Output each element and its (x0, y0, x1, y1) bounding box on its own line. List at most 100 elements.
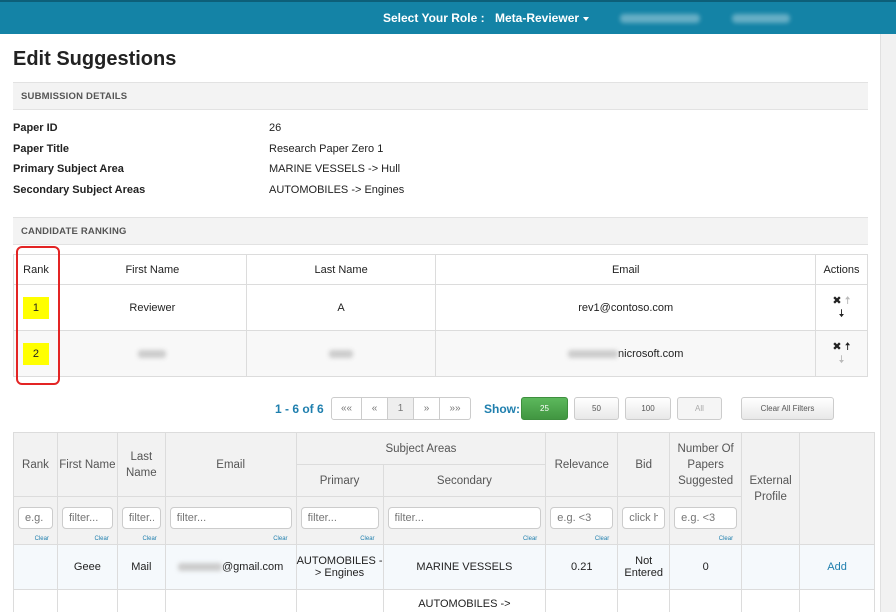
first-name-filter-input[interactable] (61, 507, 113, 529)
relevance-filter-input[interactable] (550, 507, 614, 529)
secondary-subject-label: Secondary Subject Areas (13, 184, 146, 196)
ranking-row: 2 nicrosoft.com ✖ 🠅 🠇 (13, 330, 868, 377)
email-cell: @gmail.com (164, 544, 297, 590)
last-page-button[interactable]: »» (440, 397, 471, 420)
move-down-icon[interactable]: 🠇 (838, 308, 844, 320)
email-cell: nicrosoft.com (435, 330, 816, 377)
vertical-scrollbar[interactable] (880, 34, 896, 612)
secondary-cell: MARINE VESSELS (382, 544, 547, 590)
role-label: Select Your Role : (383, 11, 485, 25)
redacted-user-link[interactable] (620, 14, 700, 23)
paper-title-label: Paper Title (13, 143, 70, 155)
first-name-filter-cell: Clear (56, 496, 118, 545)
first-name-cell: Reviewer (57, 284, 247, 331)
clear-all-filters-button[interactable]: Clear All Filters (741, 397, 834, 420)
rank-column-highlight (16, 246, 60, 385)
last-name-column-header: Last Name (245, 254, 437, 285)
redacted-last-name (329, 349, 354, 358)
action-column-header (799, 432, 875, 545)
action-cell: Add (799, 544, 875, 590)
rank-column-header[interactable]: Rank (13, 432, 58, 497)
actions-cell: ✖ 🠅 🠇 (815, 330, 868, 377)
primary-filter-input[interactable] (300, 507, 379, 529)
candidate-ranking-title: CANDIDATE RANKING (21, 226, 127, 237)
papers-suggested-column-header[interactable]: Number Of Papers Suggested (669, 432, 743, 497)
external-profile-column-header: External Profile (741, 432, 801, 545)
papers-filter-input[interactable] (674, 507, 738, 529)
submission-details-header: SUBMISSION DETAILS (13, 82, 868, 110)
clear-filter-link[interactable]: Clear (35, 536, 49, 542)
clear-filter-link[interactable]: Clear (523, 536, 537, 542)
bid-filter-input[interactable] (622, 507, 666, 529)
clear-filter-link[interactable]: Clear (95, 536, 109, 542)
result-count: 1 - 6 of 6 (275, 402, 324, 416)
clear-filter-link[interactable]: Clear (595, 536, 609, 542)
relevance-filter-cell: Clear (545, 496, 619, 545)
redacted-email-prefix (568, 349, 619, 358)
redacted-logout-link[interactable] (732, 14, 790, 23)
role-dropdown[interactable]: Meta-Reviewer (495, 11, 590, 25)
remove-icon[interactable]: ✖ (832, 341, 841, 353)
page-title: Edit Suggestions (13, 48, 177, 70)
last-name-cell: Mail (116, 544, 166, 590)
add-reviewer-link[interactable]: Add (827, 561, 847, 573)
primary-filter-cell: Clear (295, 496, 384, 545)
clear-filter-link[interactable]: Clear (360, 536, 374, 542)
primary-subject-label: Primary Subject Area (13, 163, 124, 175)
relevance-cell: 0.21 (545, 544, 619, 590)
primary-column-header[interactable]: Primary (295, 464, 384, 497)
move-up-icon[interactable]: 🠅 (845, 341, 851, 353)
primary-subject-value: MARINE VESSELS -> Hull (269, 163, 401, 175)
primary-cell: AUTOMOBILES -> Engines (295, 544, 384, 590)
show-25-button[interactable]: 25 (521, 397, 568, 420)
show-100-button[interactable]: 100 (625, 397, 671, 420)
pagination-control: «« « 1 » »» (331, 397, 471, 420)
rank-filter-input[interactable] (18, 507, 53, 529)
secondary-column-header[interactable]: Secondary (382, 464, 547, 497)
table-row: AUTOMOBILES -> (13, 589, 875, 612)
show-all-button[interactable]: All (677, 397, 722, 420)
first-name-cell: Geee (56, 544, 118, 590)
remove-icon[interactable]: ✖ (832, 295, 841, 307)
secondary-subject-value: AUTOMOBILES -> Engines (269, 184, 405, 196)
relevance-column-header[interactable]: Relevance (545, 432, 619, 497)
bid-cell: Not Entered (617, 544, 671, 590)
email-cell: rev1@contoso.com (435, 284, 816, 331)
role-dropdown-value: Meta-Reviewer (495, 11, 580, 25)
email-column-header[interactable]: Email (164, 432, 297, 497)
paper-title-value: Research Paper Zero 1 (269, 143, 384, 155)
last-name-filter-input[interactable] (121, 507, 161, 529)
email-column-header: Email (435, 254, 816, 285)
move-up-icon: 🠅 (844, 294, 851, 307)
show-50-button[interactable]: 50 (574, 397, 619, 420)
table-row: Geee Mail @gmail.com AUTOMOBILES -> Engi… (13, 544, 875, 590)
email-filter-cell: Clear (164, 496, 297, 545)
clear-filter-link[interactable]: Clear (142, 536, 156, 542)
prev-page-button[interactable]: « (362, 397, 388, 420)
papers-suggested-cell: 0 (669, 544, 743, 590)
move-down-icon: 🠇 (838, 353, 845, 366)
paper-id-label: Paper ID (13, 122, 58, 134)
paper-id-value: 26 (269, 122, 282, 134)
ranking-header-row: Rank First Name Last Name Email Actions (13, 254, 868, 285)
first-name-column-header[interactable]: First Name (56, 432, 118, 497)
papers-filter-cell: Clear (669, 496, 743, 545)
rank-filter-cell: Clear (13, 496, 58, 545)
caret-down-icon (583, 16, 590, 21)
clear-filter-link[interactable]: Clear (719, 536, 733, 542)
external-profile-cell (741, 544, 801, 590)
actions-cell: ✖ 🠅 🠇 (815, 284, 868, 331)
next-page-button[interactable]: » (414, 397, 440, 420)
first-page-button[interactable]: «« (331, 397, 362, 420)
page-1-button[interactable]: 1 (388, 397, 414, 420)
secondary-filter-input[interactable] (387, 507, 542, 529)
last-name-column-header[interactable]: Last Name (116, 432, 166, 497)
show-label: Show: (484, 402, 520, 416)
email-filter-input[interactable] (169, 507, 292, 529)
submission-details-title: SUBMISSION DETAILS (21, 91, 128, 102)
clear-filter-link[interactable]: Clear (273, 536, 287, 542)
actions-column-header: Actions (815, 254, 868, 285)
email-domain: @gmail.com (222, 561, 284, 573)
bid-column-header[interactable]: Bid (617, 432, 671, 497)
candidate-ranking-header: CANDIDATE RANKING (13, 217, 868, 245)
